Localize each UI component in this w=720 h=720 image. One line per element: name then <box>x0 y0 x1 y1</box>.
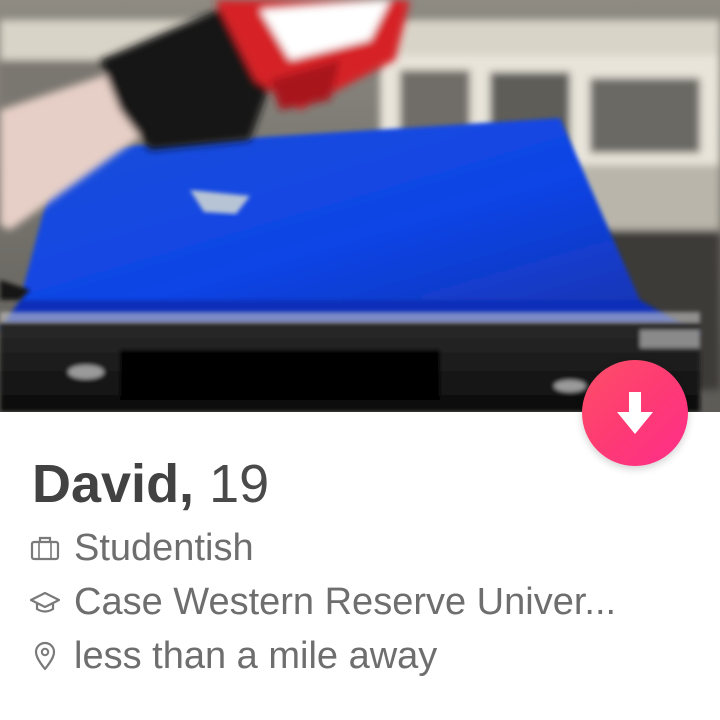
profile-age: 19 <box>209 454 270 514</box>
job-row: Studentish <box>30 526 254 570</box>
job-text: Studentish <box>74 526 254 569</box>
distance-text: less than a mile away <box>74 634 438 677</box>
graduation-cap-icon <box>30 587 60 617</box>
profile-photo[interactable] <box>0 0 720 412</box>
distance-row: less than a mile away <box>30 634 437 678</box>
arrow-down-icon <box>617 392 653 434</box>
location-pin-icon <box>30 641 60 671</box>
school-text: Case Western Reserve Univer... <box>74 580 617 623</box>
briefcase-icon <box>30 533 60 563</box>
profile-name-age: David, 19 <box>32 454 269 514</box>
school-row: Case Western Reserve Univer... <box>30 580 616 624</box>
expand-profile-button[interactable] <box>582 360 688 466</box>
profile-name: David, <box>32 454 195 514</box>
